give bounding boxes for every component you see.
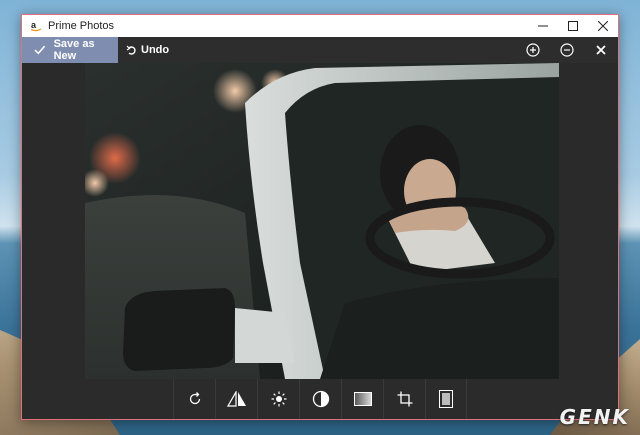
photo-image (85, 63, 559, 379)
close-button[interactable] (588, 15, 618, 37)
zoom-out-button[interactable] (550, 37, 584, 63)
crop-button[interactable] (383, 379, 425, 419)
amazon-logo-icon: a (28, 18, 44, 34)
checkmark-icon (34, 45, 46, 55)
rotate-button[interactable] (173, 379, 215, 419)
minimize-button[interactable] (528, 15, 558, 37)
undo-icon (126, 45, 136, 55)
command-bar: Save as New Undo (22, 37, 618, 63)
rotate-icon (189, 392, 200, 405)
brightness-icon (271, 391, 286, 407)
save-as-new-label: Save as New (53, 38, 95, 62)
contrast-button[interactable] (299, 379, 341, 419)
contrast-icon (312, 390, 329, 408)
svg-text:a: a (31, 20, 37, 30)
undo-button[interactable]: Undo (126, 44, 169, 56)
maximize-icon (568, 21, 578, 31)
frame-button[interactable] (425, 379, 467, 419)
app-window: a Prime Photos Save as New Undo (21, 14, 619, 420)
editor-canvas (22, 63, 618, 379)
close-editor-button[interactable] (584, 37, 618, 63)
crop-icon (397, 391, 412, 407)
photo-preview[interactable] (85, 63, 559, 379)
close-icon (598, 21, 608, 31)
frame-icon (439, 390, 453, 408)
header-actions (516, 37, 618, 63)
save-as-new-button[interactable]: Save as New (22, 37, 118, 63)
maximize-button[interactable] (558, 15, 588, 37)
zoom-in-icon (526, 43, 540, 57)
zoom-out-icon (560, 43, 574, 57)
window-controls (528, 15, 618, 37)
window-title: Prime Photos (48, 20, 115, 32)
brightness-button[interactable] (257, 379, 299, 419)
flip-icon (226, 391, 246, 407)
minimize-icon (538, 25, 548, 27)
filter-button[interactable] (341, 379, 383, 419)
flip-button[interactable] (215, 379, 257, 419)
genk-watermark-logo: GENK (559, 405, 630, 429)
undo-label: Undo (141, 44, 170, 56)
close-editor-icon (596, 45, 606, 55)
filter-icon (353, 392, 372, 406)
edit-toolbar (22, 379, 618, 419)
zoom-in-button[interactable] (516, 37, 550, 63)
title-bar: a Prime Photos (22, 15, 618, 37)
